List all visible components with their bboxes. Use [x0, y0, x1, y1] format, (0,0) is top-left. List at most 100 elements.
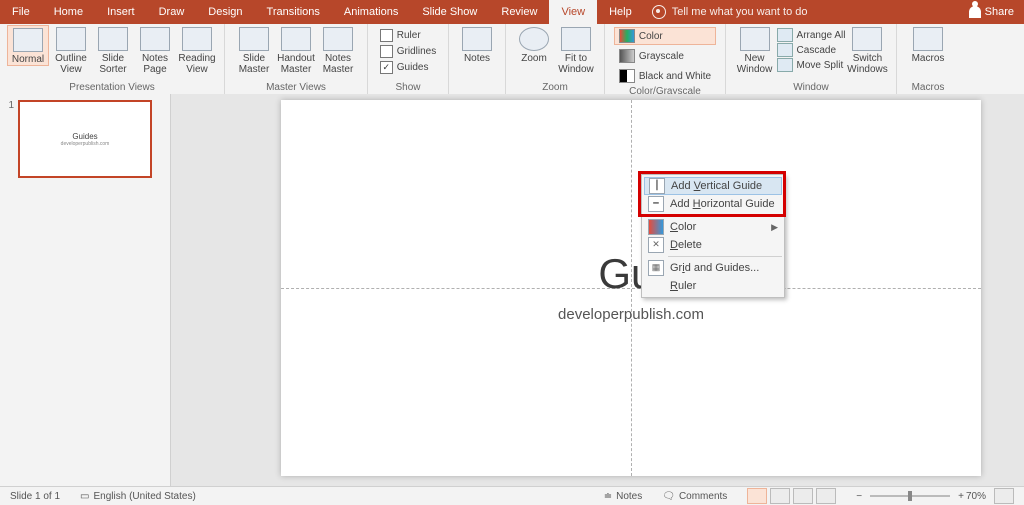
- bw-mode-button[interactable]: Black and White: [614, 67, 716, 85]
- handout-master-button[interactable]: Handout Master: [276, 25, 316, 75]
- tab-help[interactable]: Help: [597, 0, 644, 24]
- zoom-in-button[interactable]: +: [958, 491, 964, 502]
- slide[interactable]: Gui developerpublish.com: [281, 100, 981, 476]
- gridlines-checkbox-label: Gridlines: [397, 46, 436, 57]
- slide-master-button[interactable]: Slide Master: [234, 25, 274, 75]
- bw-swatch-icon: [619, 69, 635, 83]
- thumbnail-title: Guides: [72, 132, 97, 141]
- fit-to-window-button[interactable]: Fit to Window: [556, 25, 596, 75]
- slide-subtitle-text[interactable]: developerpublish.com: [281, 306, 981, 323]
- ctx-ruler[interactable]: Ruler: [644, 277, 782, 295]
- slide-title-text[interactable]: Gui: [281, 250, 981, 298]
- tab-slideshow[interactable]: Slide Show: [410, 0, 489, 24]
- checkbox-icon: [380, 29, 393, 42]
- new-window-button[interactable]: New Window: [735, 25, 775, 75]
- color-mode-button[interactable]: Color: [614, 27, 716, 45]
- tab-view[interactable]: View: [549, 0, 597, 24]
- slide-canvas-area[interactable]: Gui developerpublish.com ┃ Add Vertical …: [171, 94, 1024, 487]
- tab-draw[interactable]: Draw: [147, 0, 197, 24]
- switch-windows-label: Switch Windows: [847, 53, 888, 75]
- move-split-button[interactable]: Move Split: [777, 58, 846, 72]
- zoom-percent[interactable]: 70%: [966, 491, 986, 502]
- status-language-label: English (United States): [94, 491, 196, 502]
- notes-master-label: Notes Master: [318, 53, 358, 75]
- guides-checkbox[interactable]: ✓Guides: [380, 61, 436, 74]
- normal-view-icon: [13, 28, 43, 52]
- reading-view-status-button[interactable]: [793, 488, 813, 504]
- tab-animations[interactable]: Animations: [332, 0, 410, 24]
- zoom-button[interactable]: Zoom: [514, 25, 554, 64]
- status-slide-count[interactable]: Slide 1 of 1: [0, 491, 70, 502]
- group-label-notes: [455, 81, 499, 94]
- zoom-slider[interactable]: [870, 495, 950, 497]
- normal-view-status-button[interactable]: [747, 488, 767, 504]
- switch-windows-icon: [852, 27, 882, 51]
- cascade-button[interactable]: Cascade: [777, 43, 846, 57]
- ctx-delete[interactable]: ✕ Delete: [644, 236, 782, 254]
- ctx-add-vertical-label: Add Vertical Guide: [671, 180, 762, 192]
- sorter-view-status-button[interactable]: [770, 488, 790, 504]
- group-color-grayscale: Color Grayscale Black and White Color/Gr…: [605, 24, 726, 94]
- status-comments-label: Comments: [679, 491, 727, 502]
- workspace: 1 Guides developerpublish.com Gui develo…: [0, 94, 1024, 487]
- notes-master-button[interactable]: Notes Master: [318, 25, 358, 75]
- tab-file[interactable]: File: [0, 0, 42, 24]
- status-comments-button[interactable]: 🗨 Comments: [652, 491, 737, 502]
- ctx-add-horizontal-guide[interactable]: ━ Add Horizontal Guide: [644, 195, 782, 213]
- reading-view-button[interactable]: Reading View: [177, 25, 217, 75]
- ctx-grid-and-guides[interactable]: ▦ Grid and Guides...: [644, 259, 782, 277]
- color-palette-icon: [648, 219, 664, 235]
- tab-design[interactable]: Design: [196, 0, 254, 24]
- notes-button[interactable]: Notes: [457, 25, 497, 64]
- fit-window-icon: [561, 27, 591, 51]
- thumbnail-subtitle: developerpublish.com: [61, 141, 110, 147]
- tab-transitions[interactable]: Transitions: [255, 0, 332, 24]
- arrange-all-label: Arrange All: [797, 30, 846, 41]
- slide-thumbnail-1[interactable]: Guides developerpublish.com: [18, 100, 152, 178]
- tab-review[interactable]: Review: [489, 0, 549, 24]
- new-window-icon: [740, 27, 770, 51]
- bw-mode-label: Black and White: [639, 71, 711, 82]
- tab-home[interactable]: Home: [42, 0, 95, 24]
- group-master-views: Slide Master Handout Master Notes Master…: [225, 24, 368, 94]
- color-swatch-icon: [619, 29, 635, 43]
- normal-view-button[interactable]: Normal: [7, 25, 49, 66]
- tell-me-search[interactable]: Tell me what you want to do: [652, 5, 808, 19]
- zoom-out-button[interactable]: −: [856, 491, 862, 502]
- thumbnail-number: 1: [6, 100, 14, 178]
- share-button[interactable]: Share: [969, 0, 1014, 24]
- group-label-zoom: Zoom: [512, 81, 598, 94]
- macros-button[interactable]: Macros: [908, 25, 948, 64]
- slide-sorter-button[interactable]: Slide Sorter: [93, 25, 133, 75]
- grid-icon: ▦: [648, 260, 664, 276]
- delete-icon: ✕: [648, 237, 664, 253]
- slideshow-view-status-button[interactable]: [816, 488, 836, 504]
- ctx-add-vertical-guide[interactable]: ┃ Add Vertical Guide: [644, 177, 782, 195]
- group-label-window: Window: [732, 81, 890, 94]
- ruler-checkbox[interactable]: Ruler: [380, 29, 436, 42]
- notes-status-icon: ≐: [604, 491, 612, 502]
- tab-insert[interactable]: Insert: [95, 0, 147, 24]
- fit-to-window-label: Fit to Window: [556, 53, 596, 75]
- move-split-icon: [777, 58, 793, 72]
- guides-checkbox-label: Guides: [397, 62, 429, 73]
- fit-slide-status-button[interactable]: [994, 488, 1014, 504]
- notes-button-label: Notes: [464, 53, 490, 64]
- slide-sorter-label: Slide Sorter: [93, 53, 133, 75]
- move-split-label: Move Split: [797, 60, 844, 71]
- grayscale-mode-label: Grayscale: [639, 51, 684, 62]
- switch-windows-button[interactable]: Switch Windows: [847, 25, 887, 75]
- reading-view-label: Reading View: [177, 53, 217, 75]
- group-window: New Window Arrange All Cascade Move Spli…: [726, 24, 897, 94]
- status-notes-button[interactable]: ≐Notes: [594, 491, 653, 502]
- notes-page-button[interactable]: Notes Page: [135, 25, 175, 75]
- outline-view-icon: [56, 27, 86, 51]
- ctx-add-horizontal-label: Add Horizontal Guide: [670, 198, 775, 210]
- arrange-all-button[interactable]: Arrange All: [777, 28, 846, 42]
- gridlines-checkbox[interactable]: Gridlines: [380, 45, 436, 58]
- ctx-color[interactable]: Color ▶: [644, 218, 782, 236]
- grayscale-mode-button[interactable]: Grayscale: [614, 47, 716, 65]
- outline-view-button[interactable]: Outline View: [51, 25, 91, 75]
- status-language[interactable]: ▭ English (United States): [70, 491, 206, 502]
- comments-icon: 🗨: [662, 491, 675, 502]
